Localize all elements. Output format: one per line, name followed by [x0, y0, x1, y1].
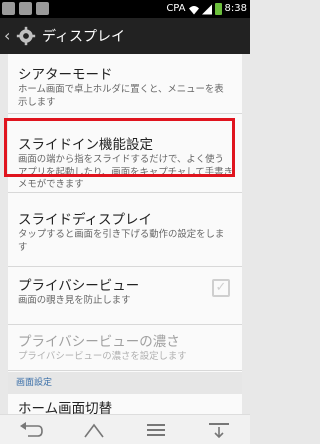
page-title: ディスプレイ	[42, 29, 126, 45]
notification-panel-icon	[208, 422, 229, 438]
carrier-label: CPA	[166, 3, 186, 14]
back-button[interactable]	[14, 418, 48, 442]
privacy-density-summary: プライバシービューの濃さを設定します	[18, 351, 187, 362]
home-button[interactable]	[77, 418, 111, 442]
notification-icon	[2, 2, 15, 15]
home-icon	[84, 423, 104, 437]
section-header: 画面設定	[8, 372, 242, 394]
home-screen-switch-title: ホーム画面切替	[18, 401, 113, 414]
privacy-view-checkbox[interactable]: ✓	[212, 279, 230, 297]
home-screen-switch-item[interactable]: ホーム画面切替	[8, 394, 242, 414]
clock: 8:38	[224, 3, 247, 14]
gear-icon[interactable]	[16, 26, 36, 46]
slide-display-summary-line2: す	[18, 241, 28, 253]
privacy-view-item[interactable]: プライバシービュー 画面の覗き見を防止します ✓	[8, 267, 242, 325]
menu-button[interactable]	[139, 418, 173, 442]
app-notification-icon	[36, 2, 49, 15]
menu-icon	[147, 423, 166, 436]
theater-mode-title: シアターモード	[18, 67, 113, 83]
theater-mode-summary-line2: 示します	[18, 96, 56, 108]
privacy-density-title: プライバシービューの濃さ	[18, 334, 180, 350]
theater-mode-item[interactable]: シアターモード ホーム画面で卓上ホルダに置くと、メニューを表 示します	[8, 66, 242, 114]
wifi-icon	[188, 5, 199, 14]
slide-display-title: スライドディスプレイ	[18, 212, 153, 228]
settings-list: シアターモード ホーム画面で卓上ホルダに置くと、メニューを表 示します スライド…	[8, 54, 242, 414]
navigation-bar	[0, 414, 250, 444]
highlight-frame	[4, 118, 235, 177]
slide-display-summary-line1: タップすると画面を引き下げる動作の設定をしま	[18, 229, 225, 240]
privacy-view-summary: 画面の覗き見を防止します	[18, 295, 131, 306]
back-chevron-icon[interactable]: ‹	[4, 18, 14, 54]
slide-in-summary-line3: メモができます	[18, 179, 84, 190]
theater-mode-summary-line1: ホーム画面で卓上ホルダに置くと、メニューを表	[18, 84, 224, 95]
privacy-density-item: プライバシービューの濃さ プライバシービューの濃さを設定します	[8, 325, 242, 371]
slide-display-item[interactable]: スライドディスプレイ タップすると画面を引き下げる動作の設定をしま す	[8, 201, 242, 267]
settings-notification-icon	[19, 2, 32, 15]
notification-panel-button[interactable]	[202, 418, 236, 442]
section-header-label: 画面設定	[16, 378, 53, 388]
signal-icon	[201, 4, 212, 14]
battery-icon	[214, 3, 222, 15]
status-bar: CPA 8:38	[0, 0, 250, 18]
action-bar: ‹ ディスプレイ	[0, 18, 250, 54]
back-icon	[20, 421, 44, 437]
privacy-view-title: プライバシービュー	[18, 278, 140, 294]
